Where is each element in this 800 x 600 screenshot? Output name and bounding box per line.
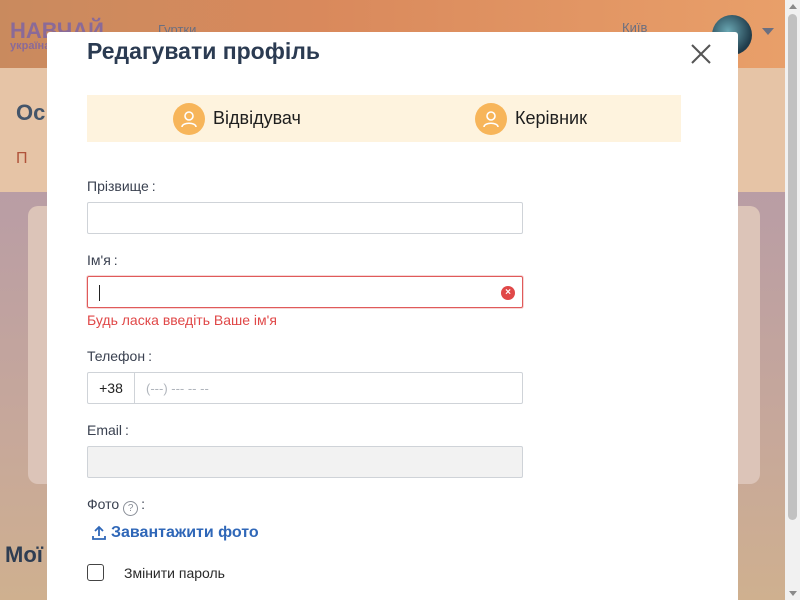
name-error-message: Будь ласка введіть Ваше ім'я <box>87 312 277 328</box>
my-section-heading: Мої <box>5 542 43 567</box>
upload-photo-button[interactable]: Завантажити фото <box>91 524 259 542</box>
email-label: Email: <box>87 422 129 438</box>
change-password-label: Змінити пароль <box>124 565 225 581</box>
upload-icon <box>92 525 106 540</box>
scroll-up-icon[interactable] <box>789 4 797 9</box>
email-field <box>87 446 523 478</box>
name-field[interactable]: × <box>87 276 523 308</box>
page-title: Ос <box>16 100 46 125</box>
role-visitor-button[interactable]: Відвідувач <box>173 102 301 135</box>
site-logo-sub: україна <box>10 40 51 52</box>
change-password-checkbox[interactable] <box>87 564 104 581</box>
user-icon <box>475 102 507 135</box>
profile-card-edge <box>738 206 760 484</box>
role-manager-label: Керівник <box>515 108 587 128</box>
profile-tab: П <box>16 150 28 167</box>
close-button[interactable] <box>687 40 715 68</box>
text-cursor <box>99 285 100 301</box>
close-icon <box>691 44 711 64</box>
help-icon[interactable]: ? <box>123 501 139 516</box>
surname-label: Прізвище: <box>87 178 156 194</box>
chevron-down-icon <box>762 28 774 35</box>
user-icon <box>173 102 205 135</box>
role-visitor-label: Відвідувач <box>213 108 301 128</box>
phone-placeholder: (---) --- -- -- <box>146 381 209 396</box>
photo-label: Фото?: <box>87 496 146 516</box>
modal-title: Редагувати профіль <box>87 38 320 64</box>
scroll-thumb[interactable] <box>788 14 797 520</box>
phone-label: Телефон: <box>87 348 152 364</box>
name-label: Ім'я: <box>87 252 118 268</box>
upload-photo-label: Завантажити фото <box>111 524 259 541</box>
scroll-down-icon[interactable] <box>789 591 797 596</box>
role-switcher: Відвідувач Керівник <box>87 95 681 142</box>
clear-icon[interactable]: × <box>501 286 515 300</box>
phone-prefix: +38 <box>88 373 135 403</box>
edit-profile-modal: Редагувати профіль Відвідувач Керівник П… <box>47 32 738 600</box>
page-scrollbar[interactable] <box>785 0 800 600</box>
surname-field[interactable] <box>87 202 523 234</box>
phone-field[interactable]: +38 (---) --- -- -- <box>87 372 523 404</box>
role-manager-button[interactable]: Керівник <box>475 102 587 135</box>
